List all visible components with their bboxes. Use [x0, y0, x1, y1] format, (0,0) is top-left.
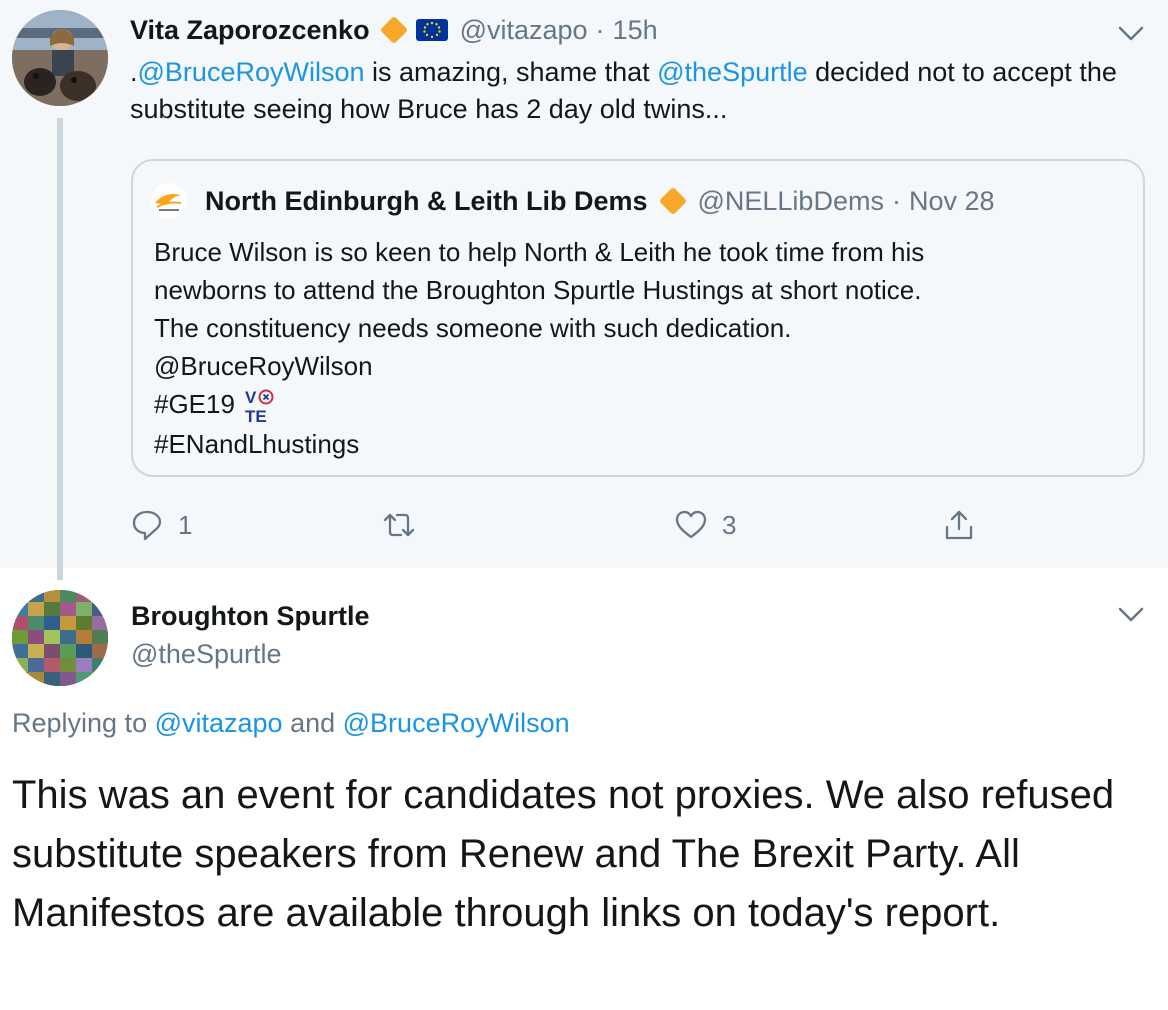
- hashtag: #ENandLhustings: [154, 429, 360, 460]
- thread-connector-line: [57, 118, 63, 580]
- text-middle: is amazing, shame that: [364, 57, 658, 87]
- retweet-icon: [383, 513, 415, 537]
- quoted-tweet-text: Bruce Wilson is so keen to help North & …: [154, 233, 1134, 463]
- quoted-author-name: North Edinburgh & Leith Lib Dems: [205, 185, 648, 216]
- verified-diamond-icon: [379, 15, 408, 45]
- mosaic-avatar-icon: [12, 590, 108, 686]
- replying-to-line: Replying to @vitazapo and @BruceRoyWilso…: [12, 708, 570, 739]
- author-handle[interactable]: @vitazapo: [460, 15, 588, 46]
- lib-dem-logo-icon: [151, 183, 187, 219]
- quoted-text-line: The constituency needs someone with such…: [154, 313, 792, 343]
- tweet-header: Vita Zaporozcenko @vitazapo · 15h: [130, 12, 658, 48]
- reply-author-handle[interactable]: @theSpurtle: [131, 639, 282, 670]
- vote-emoji-icon: V TE: [239, 387, 279, 426]
- reply-author-name[interactable]: Broughton Spurtle: [131, 601, 369, 632]
- tweet-actions: 1 3: [130, 508, 990, 552]
- quoted-mention: @BruceRoyWilson: [154, 351, 373, 381]
- replying-and: and: [282, 708, 343, 738]
- avatar-photo-icon: [12, 10, 108, 106]
- tweet-timestamp[interactable]: 15h: [613, 15, 658, 46]
- share-button[interactable]: [942, 508, 976, 542]
- reply-button[interactable]: 1: [130, 508, 192, 542]
- reply-icon: [132, 510, 162, 541]
- svg-text:TE: TE: [245, 407, 267, 425]
- svg-text:V: V: [245, 388, 257, 407]
- replying-prefix: Replying to: [12, 708, 155, 738]
- chevron-down-icon[interactable]: [1114, 597, 1148, 631]
- like-count: 3: [722, 509, 737, 540]
- quoted-author-avatar: [151, 183, 187, 219]
- replying-user-link[interactable]: @BruceRoyWilson: [343, 708, 570, 738]
- share-icon: [945, 510, 973, 540]
- quoted-text-line: Bruce Wilson is so keen to help North & …: [154, 237, 925, 267]
- retweet-button[interactable]: [382, 508, 430, 542]
- parent-tweet[interactable]: Vita Zaporozcenko @vitazapo · 15h .@Bruc…: [0, 0, 1168, 580]
- reply-tweet-text: This was an event for candidates not pro…: [12, 773, 1115, 935]
- quoted-author-handle: @NELLibDems: [697, 185, 884, 216]
- quoted-text-line: newborns to attend the Broughton Spurtle…: [154, 275, 922, 305]
- reply-count: 1: [178, 509, 193, 540]
- quoted-tweet-header: North Edinburgh & Leith Lib Dems @NELLib…: [205, 183, 995, 219]
- mention-link[interactable]: @BruceRoyWilson: [138, 57, 365, 87]
- heart-icon: [675, 510, 707, 539]
- author-avatar[interactable]: [12, 10, 108, 106]
- quoted-tweet-date: Nov 28: [908, 185, 995, 216]
- like-button[interactable]: 3: [674, 508, 736, 542]
- separator-dot: ·: [595, 14, 605, 45]
- reply-author-avatar[interactable]: [12, 590, 108, 686]
- mention-link[interactable]: @theSpurtle: [657, 57, 808, 87]
- replying-user-link[interactable]: @vitazapo: [155, 708, 283, 738]
- text-prefix: .: [130, 57, 138, 87]
- hashtag: #GE19: [154, 389, 235, 419]
- chevron-down-icon[interactable]: [1114, 16, 1148, 50]
- quoted-hashtag-line: #GE19 V TE: [154, 385, 1134, 426]
- quoted-tweet-card[interactable]: North Edinburgh & Leith Lib Dems @NELLib…: [131, 159, 1145, 477]
- tweet-text: .@BruceRoyWilson is amazing, shame that …: [130, 54, 1130, 128]
- eu-flag-icon: [415, 19, 448, 41]
- separator-dot: ·: [891, 185, 901, 216]
- verified-diamond-icon: [659, 186, 688, 216]
- author-name[interactable]: Vita Zaporozcenko: [130, 15, 370, 46]
